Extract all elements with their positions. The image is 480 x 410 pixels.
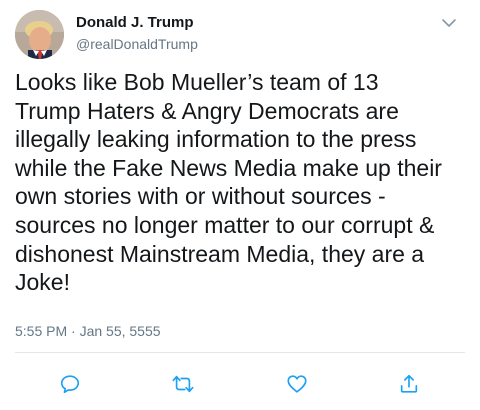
retweet-icon[interactable] bbox=[169, 370, 197, 398]
action-bar bbox=[0, 370, 480, 398]
tweet-timestamp[interactable]: 5:55 PM · Jan 55, 5555 bbox=[15, 323, 161, 339]
divider bbox=[15, 352, 465, 353]
tweet-text: Looks like Bob Mueller’s team of 13 Trum… bbox=[15, 69, 442, 296]
author-handle[interactable]: @realDonaldTrump bbox=[76, 36, 198, 52]
like-icon[interactable] bbox=[283, 370, 311, 398]
share-icon[interactable] bbox=[395, 370, 423, 398]
tweet-card: Donald J. Trump @realDonaldTrump Looks l… bbox=[0, 0, 480, 410]
chevron-down-icon[interactable] bbox=[440, 14, 458, 32]
avatar[interactable] bbox=[15, 10, 64, 59]
author-name[interactable]: Donald J. Trump bbox=[76, 14, 194, 31]
reply-icon[interactable] bbox=[56, 370, 84, 398]
